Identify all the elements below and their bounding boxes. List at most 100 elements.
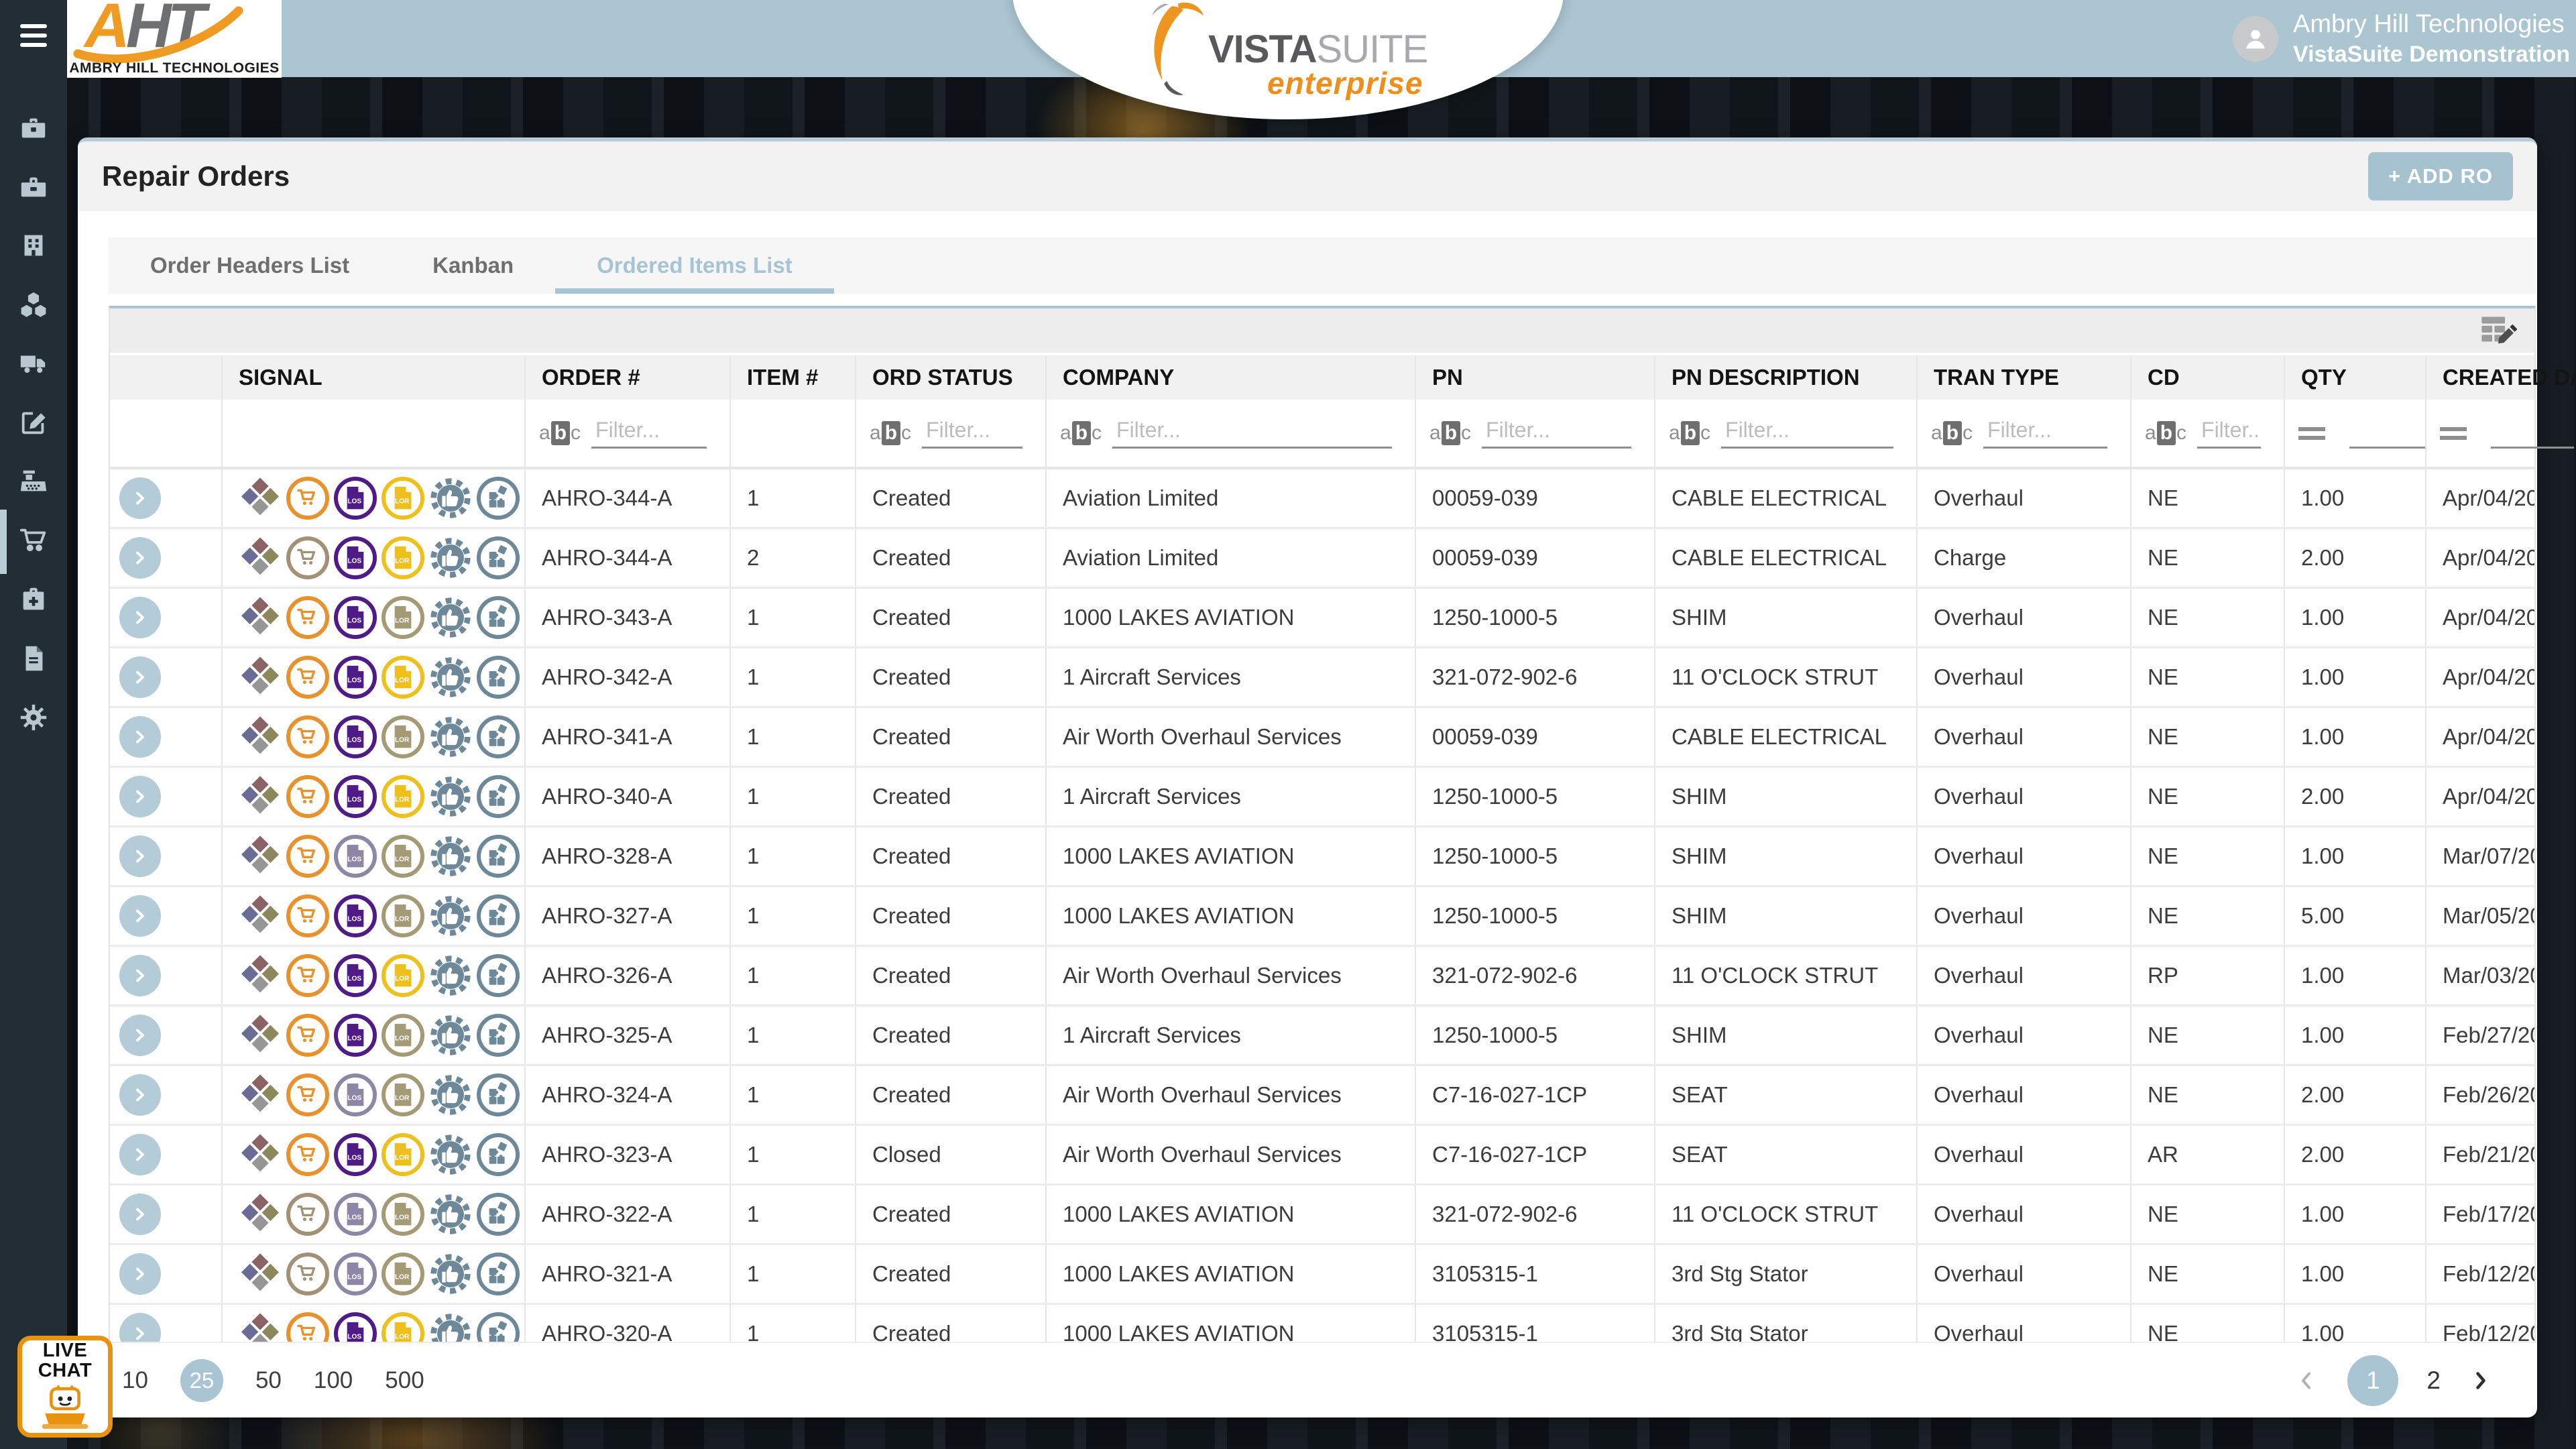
text-filter-mode-icon[interactable]: abc: [1429, 421, 1471, 445]
expand-row-button[interactable]: [119, 1313, 161, 1344]
sidebar-item-cart[interactable]: [0, 512, 67, 571]
order-status: Created: [872, 1261, 951, 1287]
sidebar-item-edit-note[interactable]: [0, 394, 67, 453]
column-header-pn[interactable]: PN: [1416, 355, 1655, 400]
svg-text:LOS: LOS: [347, 1334, 361, 1341]
los-file-icon: LOS: [334, 477, 377, 520]
expand-row-button[interactable]: [119, 1015, 161, 1056]
column-header-item[interactable]: ITEM #: [731, 355, 856, 400]
condition-code: NE: [2148, 724, 2178, 750]
condition-code: AR: [2148, 1142, 2178, 1167]
sidebar-item-document[interactable]: [0, 630, 67, 689]
medkit-icon: [18, 584, 49, 618]
expand-row-button[interactable]: [119, 776, 161, 817]
column-header-tran[interactable]: TRAN TYPE: [1918, 355, 2131, 400]
equals-filter-mode-icon[interactable]: [2298, 422, 2325, 445]
expand-row-button[interactable]: [119, 895, 161, 937]
part-description: 11 O'CLOCK STRUT: [1672, 963, 1878, 988]
filter-input-company[interactable]: [1112, 418, 1392, 449]
text-filter-mode-icon[interactable]: abc: [539, 421, 581, 445]
lor-file-icon: LOR: [382, 1014, 424, 1057]
expand-row-button[interactable]: [119, 716, 161, 758]
order-number: AHRO-320-A: [542, 1321, 672, 1344]
condition-code: NE: [2148, 1321, 2178, 1344]
svg-text:LOS: LOS: [347, 677, 361, 685]
filter-input-qty[interactable]: [2349, 418, 2426, 449]
filter-input-tran[interactable]: [1983, 418, 2107, 449]
quantity: 1.00: [2301, 485, 2344, 511]
text-filter-mode-icon[interactable]: abc: [1060, 421, 1102, 445]
expand-row-button[interactable]: [119, 1074, 161, 1116]
svg-text:LOR: LOR: [395, 1095, 410, 1102]
page-size-50[interactable]: 50: [255, 1367, 282, 1394]
expand-row-button[interactable]: [119, 955, 161, 996]
vistasuite-swoosh-icon: [1144, 0, 1208, 101]
filter-input-order[interactable]: [591, 418, 707, 449]
filter-input-cd[interactable]: [2197, 418, 2261, 449]
quantity: 1.00: [2301, 664, 2344, 690]
filter-input-pn[interactable]: [1482, 418, 1631, 449]
column-header-desc[interactable]: PN DESCRIPTION: [1655, 355, 1918, 400]
grid-toolbar: [110, 308, 2534, 355]
column-header-cd[interactable]: CD: [2131, 355, 2285, 400]
quantity: 1.00: [2301, 1261, 2344, 1287]
sidebar-item-register[interactable]: [0, 453, 67, 512]
expand-row-button[interactable]: [119, 537, 161, 579]
status-diamond-icon: [239, 954, 282, 997]
sidebar-item-gear[interactable]: [0, 689, 67, 748]
page-size-25[interactable]: 25: [180, 1359, 223, 1402]
status-diamond-icon: [239, 1312, 282, 1344]
sidebar-item-building[interactable]: [0, 217, 67, 276]
expand-row-button[interactable]: [119, 835, 161, 877]
sidebar-item-toolbox[interactable]: [0, 99, 67, 158]
page-2[interactable]: 2: [2426, 1367, 2441, 1395]
filter-input-created[interactable]: [2491, 418, 2574, 449]
sidebar-item-cubes[interactable]: [0, 276, 67, 335]
text-filter-mode-icon[interactable]: abc: [2145, 421, 2186, 445]
text-filter-mode-icon[interactable]: abc: [1931, 421, 1973, 445]
expand-row-button[interactable]: [119, 1194, 161, 1235]
page-size-100[interactable]: 100: [314, 1367, 353, 1394]
next-page-icon[interactable]: [2469, 1369, 2493, 1393]
text-filter-mode-icon[interactable]: abc: [870, 421, 911, 445]
column-header-status[interactable]: ORD STATUS: [856, 355, 1047, 400]
column-header-created[interactable]: CREATED DATE: [2426, 355, 2576, 400]
item-number: 1: [747, 844, 759, 869]
sidebar-item-toolbox-alt[interactable]: [0, 158, 67, 217]
column-header-company[interactable]: COMPANY: [1047, 355, 1416, 400]
condition-code: NE: [2148, 903, 2178, 929]
created-date: Feb/27/2025: [2443, 1023, 2534, 1048]
column-header-signal[interactable]: SIGNAL: [223, 355, 526, 400]
expand-row-button[interactable]: [119, 1253, 161, 1295]
part-description: SEAT: [1672, 1142, 1728, 1167]
expand-row-button[interactable]: [119, 656, 161, 698]
filter-input-status[interactable]: [922, 418, 1022, 449]
transaction-type: Overhaul: [1934, 844, 2024, 869]
equals-filter-mode-icon[interactable]: [2440, 422, 2467, 445]
hamburger-menu-icon[interactable]: [20, 24, 47, 52]
filter-input-desc[interactable]: [1721, 418, 1893, 449]
part-number: C7-16-027-1CP: [1432, 1082, 1587, 1108]
sidebar-item-medkit[interactable]: [0, 571, 67, 630]
tab-kanban[interactable]: Kanban: [391, 237, 555, 294]
live-chat-button[interactable]: LIVE CHAT: [17, 1336, 113, 1438]
add-ro-button[interactable]: + ADD RO: [2368, 152, 2513, 200]
previous-page-icon[interactable]: [2295, 1369, 2319, 1393]
expand-row-button[interactable]: [119, 477, 161, 519]
part-description: SHIM: [1672, 844, 1727, 869]
part-number: 3105315-1: [1432, 1321, 1538, 1344]
edit-columns-icon[interactable]: [2479, 314, 2517, 347]
column-header-qty[interactable]: QTY: [2285, 355, 2426, 400]
signal-cell: LOS LOR: [223, 768, 526, 825]
tab-ordered-items-list[interactable]: Ordered Items List: [555, 237, 834, 294]
user-menu[interactable]: Ambry Hill Technologies VistaSuite Demon…: [2233, 0, 2570, 77]
page-size-10[interactable]: 10: [122, 1367, 148, 1394]
sidebar-item-truck[interactable]: [0, 335, 67, 394]
tab-order-headers-list[interactable]: Order Headers List: [109, 237, 391, 294]
column-header-order[interactable]: ORDER #: [526, 355, 731, 400]
page-size-500[interactable]: 500: [385, 1367, 424, 1394]
expand-row-button[interactable]: [119, 597, 161, 638]
page-1[interactable]: 1: [2347, 1355, 2398, 1406]
text-filter-mode-icon[interactable]: abc: [1669, 421, 1710, 445]
expand-row-button[interactable]: [119, 1134, 161, 1175]
